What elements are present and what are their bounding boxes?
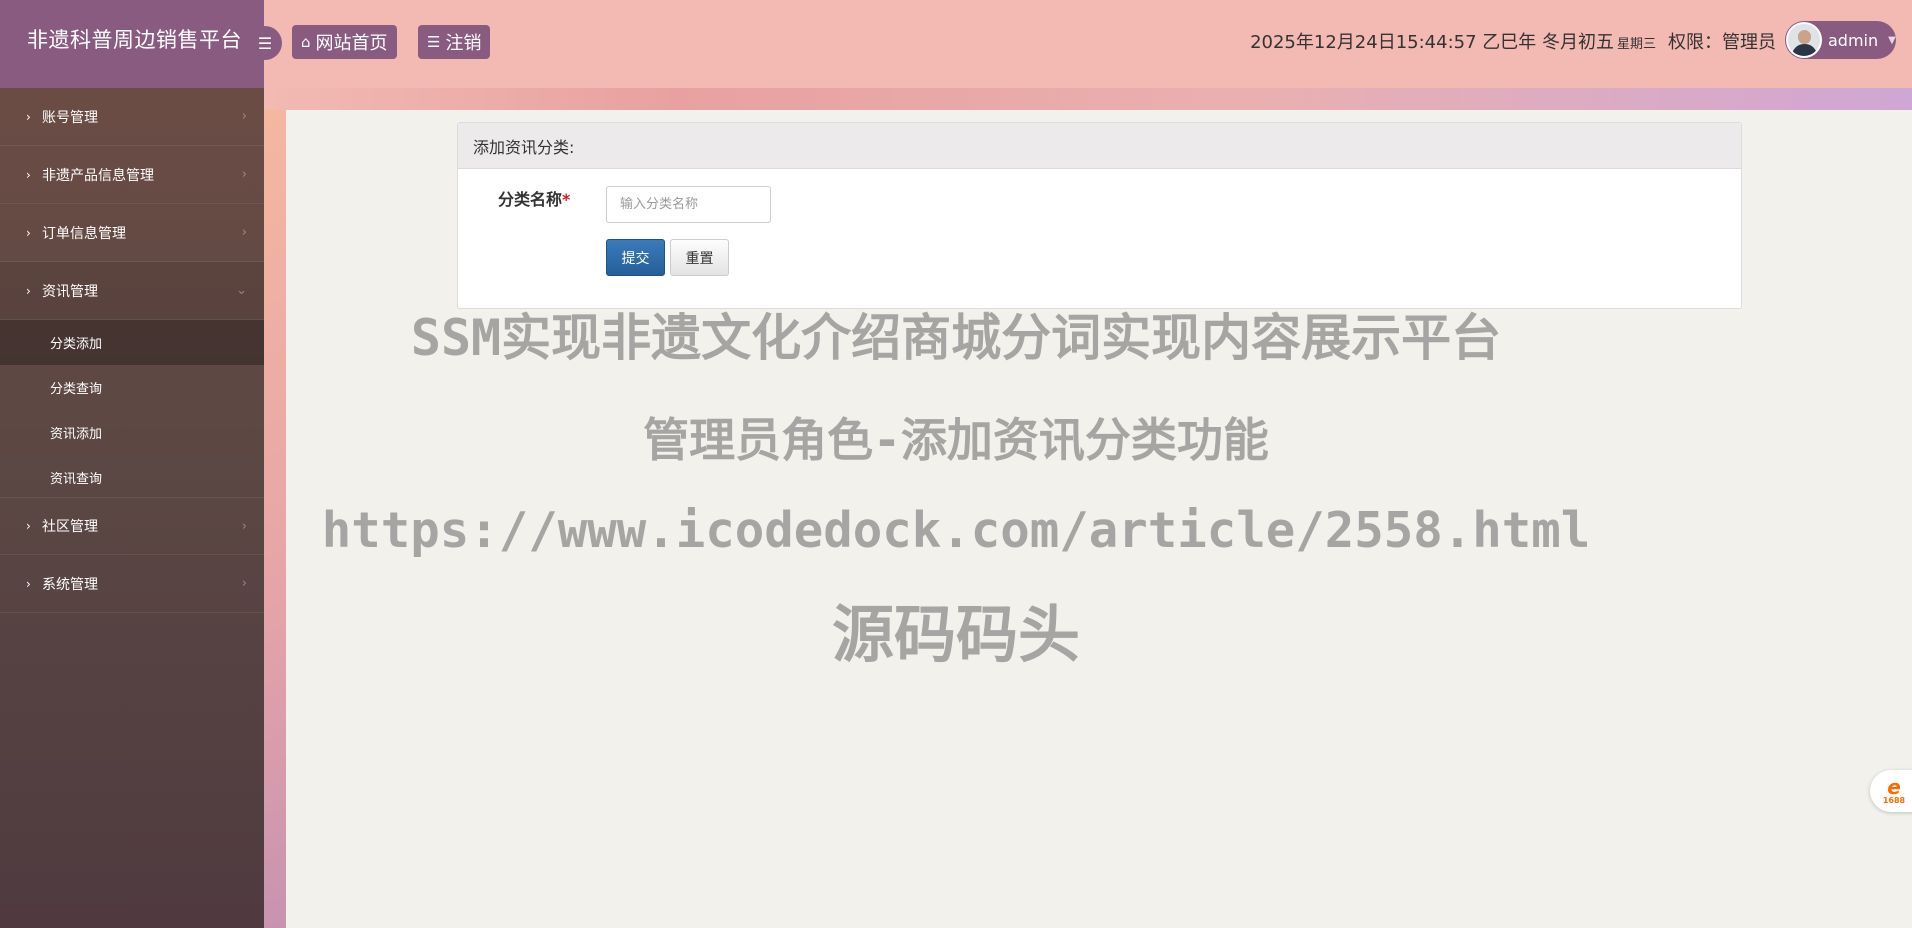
required-mark: * xyxy=(562,190,571,209)
sidebar-item-orders[interactable]: › 订单信息管理 › xyxy=(0,204,264,262)
sidebar-subitem-category-query[interactable]: 分类查询 xyxy=(0,365,264,410)
avatar xyxy=(1786,22,1822,58)
brand-area: 非遗科普周边销售平台 xyxy=(0,0,264,88)
username: admin xyxy=(1828,30,1879,50)
submit-button[interactable]: 提交 xyxy=(606,239,665,276)
brand-title: 非遗科普周边销售平台 xyxy=(27,28,242,52)
logout-button[interactable]: ☰ 注销 xyxy=(418,25,491,59)
chevron-right-icon: › xyxy=(26,225,31,240)
sidebar-item-products[interactable]: › 非遗产品信息管理 › xyxy=(0,146,264,204)
sidebar-subitem-category-add[interactable]: 分类添加 xyxy=(0,320,264,365)
sidebar-subitem-news-add[interactable]: 资讯添加 xyxy=(0,410,264,455)
bars-icon: ☰ xyxy=(427,33,441,51)
watermark-subtitle: 管理员角色-添加资讯分类功能 xyxy=(643,413,1269,467)
watermark-title: SSM实现非遗文化介绍商城分词实现内容展示平台 xyxy=(410,309,1502,367)
datetime-display: 2025年12月24日15:44:57 乙巳年 冬月初五 星期三 xyxy=(1250,28,1656,54)
chevron-right-icon: › xyxy=(26,167,31,182)
chevron-right-icon: › xyxy=(241,225,247,240)
chevron-right-icon: › xyxy=(241,519,247,534)
bars-icon: ☰ xyxy=(257,33,273,53)
reset-button[interactable]: 重置 xyxy=(670,239,729,276)
sidebar-item-community[interactable]: › 社区管理 › xyxy=(0,497,264,555)
chevron-right-icon: › xyxy=(26,519,31,533)
sidebar-subitem-news-query[interactable]: 资讯查询 xyxy=(0,455,264,500)
category-name-label-text: 分类名称 xyxy=(498,190,563,209)
chevron-right-icon: › xyxy=(241,576,247,591)
sidebar-item-label: 非遗产品信息管理 xyxy=(42,167,154,184)
1688-logo-icon: e xyxy=(1887,774,1901,799)
logout-button-label: 注销 xyxy=(445,33,482,54)
sidebar-item-news[interactable]: › 资讯管理 ⌄ xyxy=(0,262,264,320)
sidebar-item-account[interactable]: › 账号管理 › xyxy=(0,88,264,146)
chevron-right-icon: › xyxy=(241,109,247,124)
sidebar-item-label: 社区管理 xyxy=(42,519,98,535)
sidebar-item-label: 资讯管理 xyxy=(42,283,98,300)
chevron-right-icon: › xyxy=(26,283,31,298)
top-header: 非遗科普周边销售平台 ☰ ⌂ 网站首页 ☰ 注销 2025年12月24日15:4… xyxy=(0,0,1912,88)
chevron-right-icon: › xyxy=(241,167,247,182)
home-button[interactable]: ⌂ 网站首页 xyxy=(292,25,397,59)
weekday-text: 星期三 xyxy=(1616,37,1656,52)
chevron-right-icon: › xyxy=(26,109,31,124)
badge-number: 1688 xyxy=(1882,795,1906,805)
watermark-brand: 源码码头 xyxy=(831,598,1080,671)
watermark-url: https://www.icodedock.com/article/2558.h… xyxy=(321,502,1591,559)
caret-down-icon: ▼ xyxy=(1888,34,1896,46)
category-name-label: 分类名称* xyxy=(498,186,570,210)
datetime-text: 2025年12月24日15:44:57 乙巳年 冬月初五 xyxy=(1250,32,1614,53)
add-category-panel: 添加资讯分类: 分类名称* 提交 重置 xyxy=(457,122,1742,309)
sidebar: › 账号管理 › › 非遗产品信息管理 › › 订单信息管理 › › 资讯管理 … xyxy=(0,88,264,928)
sidebar-item-label: 系统管理 xyxy=(42,576,98,593)
panel-title: 添加资讯分类: xyxy=(458,123,1741,169)
sidebar-item-label: 订单信息管理 xyxy=(42,225,126,242)
category-name-input[interactable] xyxy=(606,186,771,223)
chevron-right-icon: › xyxy=(26,576,31,591)
sidebar-item-label: 账号管理 xyxy=(42,109,98,126)
chevron-down-icon: ⌄ xyxy=(236,283,247,298)
main-top-strip xyxy=(264,88,1912,110)
menu-toggle-button[interactable]: ☰ xyxy=(248,26,282,60)
user-menu[interactable]: admin ▼ xyxy=(1785,21,1896,59)
floating-1688-badge[interactable]: e 1688 xyxy=(1870,770,1912,812)
home-icon: ⌂ xyxy=(301,33,311,51)
role-label: 权限：管理员 xyxy=(1668,32,1776,53)
sidebar-item-system[interactable]: › 系统管理 › xyxy=(0,555,264,613)
home-button-label: 网站首页 xyxy=(315,33,388,54)
